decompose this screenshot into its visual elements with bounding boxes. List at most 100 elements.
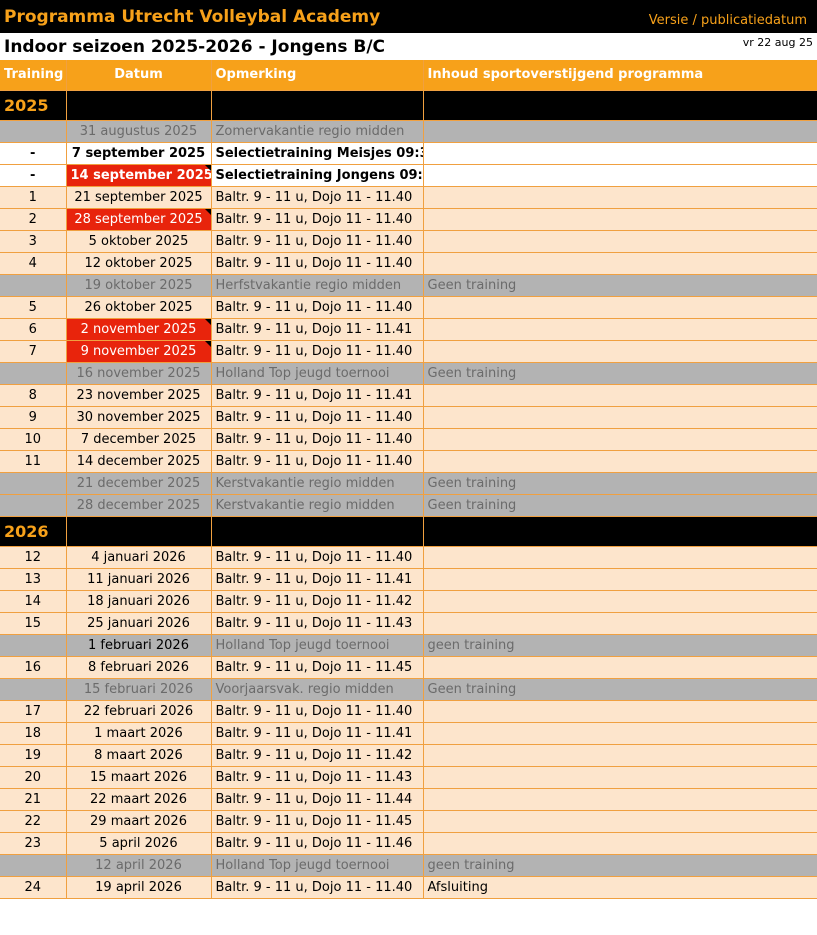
cell-inhoud	[423, 832, 817, 855]
table-row: 18 1 maart 2026 Baltr. 9 - 11 u, Dojo 11 -…	[0, 722, 817, 745]
cell-opmerking: Selectietraining Meisjes 09:30 - 12 Pre …	[211, 142, 424, 165]
cell-training: 6	[0, 318, 67, 341]
table-row: -7 september 2025 Selectietraining Meisje…	[0, 142, 817, 165]
cell-inhoud	[423, 568, 817, 591]
cell-datum: 11 januari 2026	[66, 568, 212, 591]
schedule-sheet: Programma Utrecht Volleybal Academy Vers…	[0, 0, 817, 899]
cell-opmerking: Baltr. 9 - 11 u, Dojo 11 - 11.41	[211, 318, 424, 341]
cell-datum: 5 oktober 2025	[66, 230, 212, 253]
year-row: 2025	[0, 90, 817, 121]
cell-opmerking: Baltr. 9 - 11 u, Dojo 11 - 11.40	[211, 230, 424, 253]
cell-datum: 28 december 2025	[66, 494, 212, 517]
cell-inhoud	[423, 810, 817, 833]
cell-inhoud: Geen training	[423, 472, 817, 495]
cell-opmerking: Baltr. 9 - 11 u, Dojo 11 - 11.44	[211, 788, 424, 811]
schedule-table: Training Datum Opmerking Inhoud sportove…	[0, 60, 817, 899]
cell-datum: 26 oktober 2025	[66, 296, 212, 319]
cell-training: 3	[0, 230, 67, 253]
cell-inhoud	[423, 208, 817, 231]
subtitle-bar: Indoor seizoen 2025-2026 - Jongens B/C v…	[0, 33, 817, 60]
cell-datum: 21 december 2025	[66, 472, 212, 495]
cell-opmerking: Holland Top jeugd toernooi	[211, 854, 424, 877]
year-row-cell	[66, 516, 212, 547]
cell-training: 1	[0, 186, 67, 209]
table-row: 19 oktober 2025 Herfstvakantie regio midd…	[0, 274, 817, 297]
table-row: 5 26 oktober 2025 Baltr. 9 - 11 u, Dojo 11…	[0, 296, 817, 319]
column-header-datum: Datum	[66, 60, 212, 91]
page-title: Programma Utrecht Volleybal Academy	[4, 6, 381, 27]
cell-opmerking: Kerstvakantie regio midden	[211, 494, 424, 517]
cell-datum: 19 april 2026	[66, 876, 212, 899]
table-row: 9 30 november 2025 Baltr. 9 - 11 u, Dojo 1…	[0, 406, 817, 429]
cell-opmerking: Voorjaarsvak. regio midden	[211, 678, 424, 701]
table-row: 22 29 maart 2026 Baltr. 9 - 11 u, Dojo 11 …	[0, 810, 817, 833]
cell-training: 16	[0, 656, 67, 679]
year-row-cell	[423, 516, 817, 547]
table-row: 11 14 december 2025 Baltr. 9 - 11 u, Dojo …	[0, 450, 817, 473]
cell-inhoud	[423, 428, 817, 451]
table-row: 10 7 december 2025 Baltr. 9 - 11 u, Dojo 1…	[0, 428, 817, 451]
cell-opmerking: Baltr. 9 - 11 u, Dojo 11 - 11.45	[211, 656, 424, 679]
cell-opmerking: Baltr. 9 - 11 u, Dojo 11 - 11.41	[211, 722, 424, 745]
version-date: vr 22 aug 25	[742, 36, 813, 49]
cell-inhoud	[423, 164, 817, 187]
cell-training: 9	[0, 406, 67, 429]
cell-datum: 22 maart 2026	[66, 788, 212, 811]
cell-opmerking: Baltr. 9 - 11 u, Dojo 11 - 11.40	[211, 876, 424, 899]
cell-training: 19	[0, 744, 67, 767]
cell-opmerking: Baltr. 9 - 11 u, Dojo 11 - 11.40	[211, 406, 424, 429]
cell-datum: 22 februari 2026	[66, 700, 212, 723]
cell-training	[0, 854, 67, 877]
year-row-cell	[423, 90, 817, 121]
cell-training: 8	[0, 384, 67, 407]
table-row: 23 5 april 2026 Baltr. 9 - 11 u, Dojo 11 -…	[0, 832, 817, 855]
cell-opmerking: Holland Top jeugd toernooi	[211, 362, 424, 385]
cell-training	[0, 494, 67, 517]
cell-inhoud	[423, 450, 817, 473]
cell-datum: 31 augustus 2025	[66, 120, 212, 143]
cell-opmerking: Baltr. 9 - 11 u, Dojo 11 - 11.40	[211, 186, 424, 209]
cell-datum: 1 maart 2026	[66, 722, 212, 745]
cell-inhoud	[423, 252, 817, 275]
column-header-training: Training	[0, 60, 67, 91]
cell-datum: 29 maart 2026	[66, 810, 212, 833]
column-header-opmerking: Opmerking	[211, 60, 424, 91]
column-header-inhoud: Inhoud sportoverstijgend programma	[423, 60, 817, 91]
cell-training: 22	[0, 810, 67, 833]
cell-training: 10	[0, 428, 67, 451]
table-row: 16 november 2025 Holland Top jeugd toerno…	[0, 362, 817, 385]
table-row: 4 12 oktober 2025 Baltr. 9 - 11 u, Dojo 11…	[0, 252, 817, 275]
table-row: 12 april 2026 Holland Top jeugd toernooi g…	[0, 854, 817, 877]
cell-datum: 19 oktober 2025	[66, 274, 212, 297]
cell-inhoud	[423, 722, 817, 745]
cell-training: -	[0, 142, 67, 165]
cell-opmerking: Zomervakantie regio midden	[211, 120, 424, 143]
schedule-body: 2025 31 augustus 2025 Zomervakantie regio …	[0, 90, 817, 899]
cell-inhoud	[423, 120, 817, 143]
cell-datum: 4 januari 2026	[66, 546, 212, 569]
cell-datum: 15 maart 2026	[66, 766, 212, 789]
cell-datum: 28 september 2025	[66, 208, 212, 231]
cell-opmerking: Baltr. 9 - 11 u, Dojo 11 - 11.40	[211, 296, 424, 319]
cell-inhoud: geen training	[423, 854, 817, 877]
cell-datum: 16 november 2025	[66, 362, 212, 385]
page-subtitle: Indoor seizoen 2025-2026 - Jongens B/C	[4, 36, 386, 57]
cell-opmerking: Baltr. 9 - 11 u, Dojo 11 - 11.40	[211, 450, 424, 473]
cell-training	[0, 120, 67, 143]
cell-datum: 7 september 2025	[66, 142, 212, 165]
table-row: 31 augustus 2025 Zomervakantie regio midd…	[0, 120, 817, 143]
cell-datum: 1 februari 2026	[66, 634, 212, 657]
table-row: 35 oktober 2025 Baltr. 9 - 11 u, Dojo 11 …	[0, 230, 817, 253]
cell-inhoud	[423, 766, 817, 789]
cell-inhoud	[423, 612, 817, 635]
cell-datum: 14 september 2025	[66, 164, 212, 187]
table-row: 24 19 april 2026 Baltr. 9 - 11 u, Dojo 11 …	[0, 876, 817, 899]
cell-training	[0, 472, 67, 495]
cell-datum: 7 december 2025	[66, 428, 212, 451]
cell-datum: 12 april 2026	[66, 854, 212, 877]
cell-inhoud	[423, 186, 817, 209]
version-label: Versie / publicatiedatum	[648, 13, 807, 28]
cell-datum: 18 januari 2026	[66, 590, 212, 613]
table-row: 8 23 november 2025 Baltr. 9 - 11 u, Dojo 1…	[0, 384, 817, 407]
table-row: 15 25 januari 2026 Baltr. 9 - 11 u, Dojo 1…	[0, 612, 817, 635]
